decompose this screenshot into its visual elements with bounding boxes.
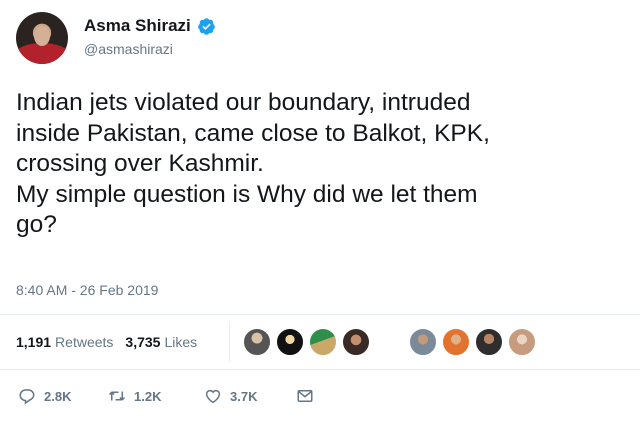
divider-bottom: [0, 369, 640, 370]
direct-message-icon: [297, 390, 313, 402]
likes-count: 3,735: [125, 334, 161, 350]
retweets-stat[interactable]: 1,191 Retweets: [16, 334, 113, 350]
tweet-timestamp[interactable]: 8:40 AM - 26 Feb 2019: [16, 282, 158, 298]
retweet-button[interactable]: 1.2K: [108, 387, 204, 405]
retweets-label: Retweets: [55, 334, 114, 350]
retweets-count: 1,191: [16, 334, 52, 350]
avatar-scarf: [16, 43, 68, 64]
author-name-row: Asma Shirazi: [84, 16, 216, 36]
like-button[interactable]: 3.7K: [204, 387, 296, 405]
author-avatar[interactable]: [16, 12, 68, 64]
reply-button[interactable]: 2.8K: [18, 387, 108, 405]
liker-avatar[interactable]: [507, 327, 537, 357]
likes-stat[interactable]: 3,735 Likes: [125, 334, 197, 350]
like-icon: [205, 389, 221, 404]
reply-icon: [19, 389, 35, 405]
liker-avatar[interactable]: [341, 327, 371, 357]
tweet-text: Indian jets violated our boundary, intru…: [16, 89, 490, 238]
liker-avatar[interactable]: [275, 327, 305, 357]
verified-badge-icon: [197, 17, 215, 35]
liker-avatar[interactable]: [242, 327, 272, 357]
engagement-stats: 1,191 Retweets 3,735 Likes: [16, 334, 197, 350]
stats-separator: [229, 322, 230, 362]
liker-avatar[interactable]: [474, 327, 504, 357]
liker-avatar[interactable]: [308, 327, 338, 357]
avatar-face: [34, 26, 50, 46]
like-count: 3.7K: [230, 388, 258, 404]
divider-top: [0, 314, 640, 315]
author-display-name[interactable]: Asma Shirazi: [84, 16, 191, 36]
reply-count: 2.8K: [44, 388, 72, 404]
retweet-icon: [108, 391, 126, 401]
liker-avatar[interactable]: [441, 327, 471, 357]
tweet-actions: 2.8K 1.2K 3.7K: [18, 387, 322, 405]
direct-message-button[interactable]: [296, 387, 322, 405]
liker-avatar[interactable]: [408, 327, 438, 357]
author-handle[interactable]: @asmashirazi: [84, 41, 173, 57]
retweet-count: 1.2K: [134, 388, 162, 404]
likes-label: Likes: [164, 334, 198, 350]
